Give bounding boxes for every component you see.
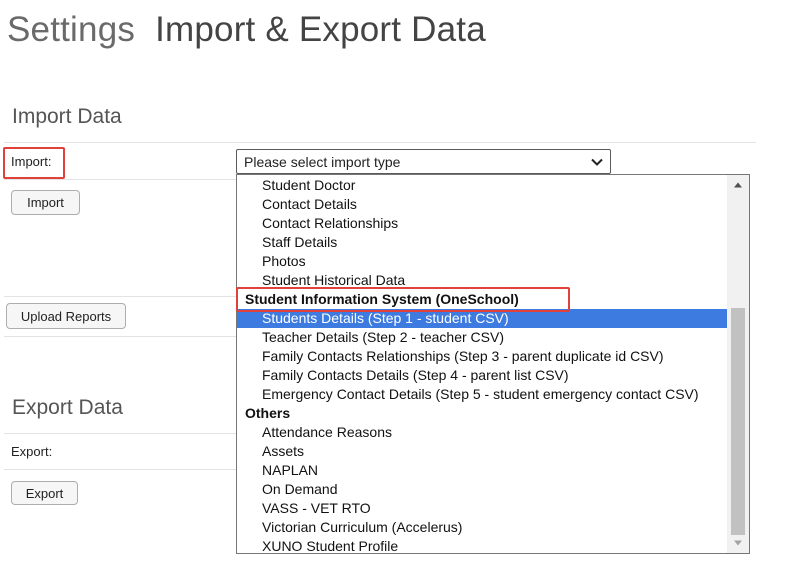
scroll-down-arrow-icon[interactable] xyxy=(733,539,743,547)
dropdown-option[interactable]: Contact Details xyxy=(237,195,357,214)
scroll-up-arrow-icon[interactable] xyxy=(733,181,743,189)
export-label: Export: xyxy=(11,444,53,459)
export-button[interactable]: Export xyxy=(11,481,78,505)
dropdown-option[interactable]: Student Doctor xyxy=(237,176,355,195)
dropdown-option[interactable]: VASS - VET RTO xyxy=(237,499,371,518)
export-title-divider xyxy=(4,433,236,434)
dropdown-option[interactable]: XUNO Student Profile xyxy=(237,537,398,553)
dropdown-option[interactable]: Victorian Curriculum (Accelerus) xyxy=(237,518,462,537)
export-row-divider xyxy=(4,469,236,470)
chevron-down-icon xyxy=(591,158,603,166)
import-button[interactable]: Import xyxy=(11,190,80,215)
export-section-title: Export Data xyxy=(12,396,123,419)
dropdown-option[interactable]: Staff Details xyxy=(237,233,337,252)
upload-divider-top xyxy=(4,296,236,297)
import-type-select[interactable]: Please select import type xyxy=(236,149,611,174)
import-row-divider xyxy=(4,179,236,180)
dropdown-option[interactable]: Assets xyxy=(237,442,304,461)
oneschool-group-highlight xyxy=(236,287,570,312)
scrollbar-thumb[interactable] xyxy=(731,308,745,535)
dropdown-option[interactable]: Emergency Contact Details (Step 5 - stud… xyxy=(237,385,699,404)
page-heading: Settings Import & Export Data xyxy=(7,10,486,50)
import-type-select-value: Please select import type xyxy=(244,153,401,170)
upload-reports-button[interactable]: Upload Reports xyxy=(6,303,126,329)
dropdown-option[interactable]: Family Contacts Details (Step 4 - parent… xyxy=(237,366,569,385)
dropdown-group-header: Others xyxy=(245,405,291,421)
dropdown-scrollbar[interactable] xyxy=(727,175,749,553)
dropdown-option[interactable]: Attendance Reasons xyxy=(237,423,392,442)
dropdown-option[interactable]: Contact Relationships xyxy=(237,214,398,233)
dropdown-option[interactable]: NAPLAN xyxy=(237,461,318,480)
import-section-title: Import Data xyxy=(12,105,122,128)
dropdown-option[interactable]: On Demand xyxy=(237,480,337,499)
page-title: Import & Export Data xyxy=(155,10,486,49)
dropdown-option[interactable]: Teacher Details (Step 2 - teacher CSV) xyxy=(237,328,504,347)
import-type-dropdown-list[interactable]: Student Doctor Contact Details Contact Rel… xyxy=(236,174,750,554)
breadcrumb-settings[interactable]: Settings xyxy=(7,10,135,49)
upload-divider-bottom xyxy=(4,336,236,337)
import-title-divider xyxy=(4,142,756,143)
import-label: Import: xyxy=(11,154,52,169)
dropdown-option[interactable]: Photos xyxy=(237,252,306,271)
dropdown-option[interactable]: Family Contacts Relationships (Step 3 - … xyxy=(237,347,664,366)
